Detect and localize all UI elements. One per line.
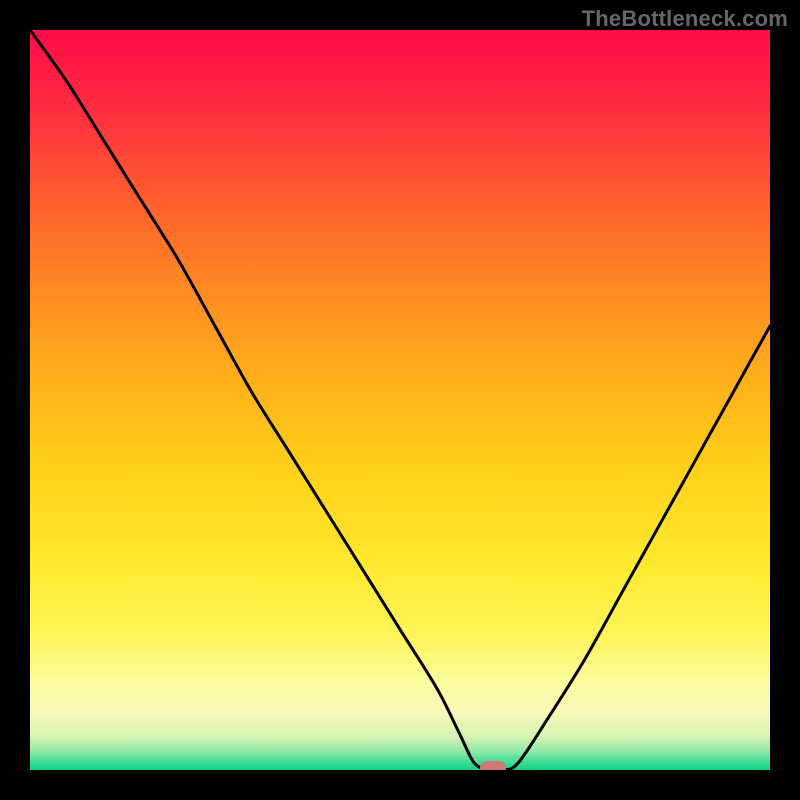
chart-frame: TheBottleneck.com <box>0 0 800 800</box>
plot-area <box>30 30 770 770</box>
background-gradient <box>30 30 770 770</box>
optimal-point-marker <box>480 761 506 770</box>
watermark-text: TheBottleneck.com <box>582 6 788 32</box>
